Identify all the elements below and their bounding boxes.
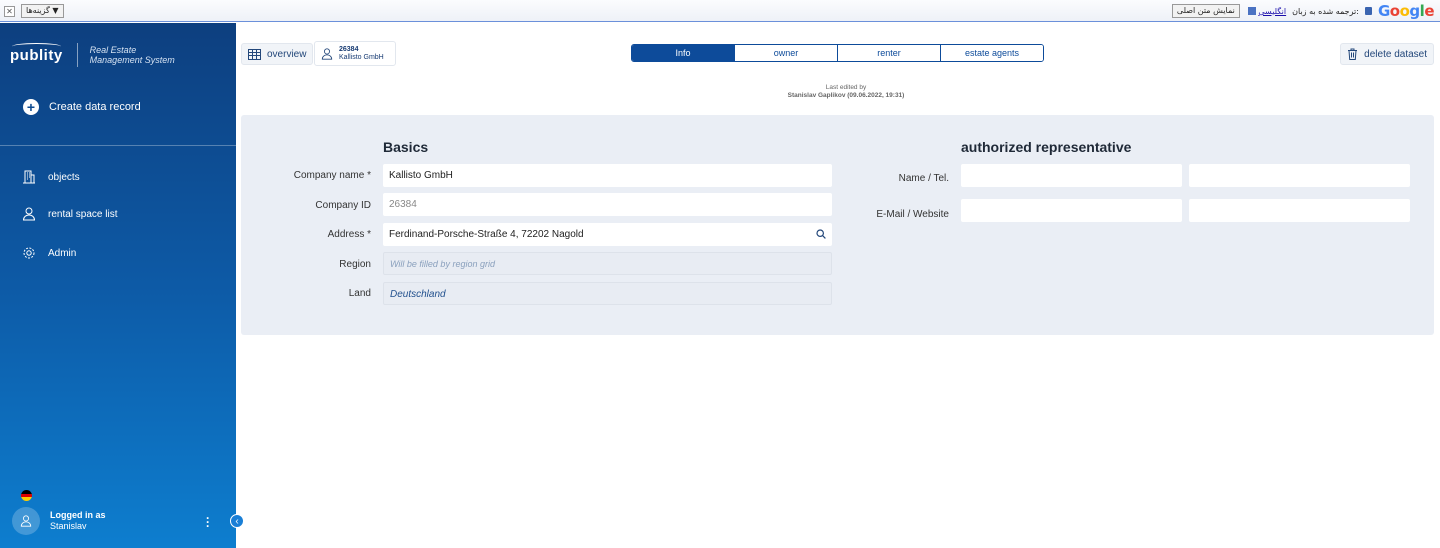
building-icon [23,170,35,184]
plus-icon: + [23,99,39,115]
gear-icon [23,247,35,259]
brand-divider [76,43,78,67]
region-placeholder: Will be filled by region grid [390,259,495,269]
user-name: Stanislav [50,521,87,531]
company-id-field[interactable]: 26384 [383,193,832,216]
last-edited-info: Last edited by Stanislav Gaplikov (09.06… [736,84,956,100]
brand-subtitle: Real Estate Management System [90,45,175,65]
last-edited-label: Last edited by [825,84,867,91]
translated-label: ترجمه شده به زبان: [1292,6,1359,16]
tab-bar: Info owner renter estate agents [631,44,1044,62]
google-logo-letter: o [1399,2,1410,20]
google-logo: Google [1377,2,1435,20]
land-value: Deutschland [390,289,446,300]
representative-name-field[interactable] [961,164,1182,187]
basics-title: Basics [383,139,429,155]
form-card: Basics Company name * Kallisto GmbH Comp… [241,115,1434,335]
brand-logo[interactable]: publity [10,42,63,64]
region-label: Region [339,259,371,270]
brand[interactable]: publity Real Estate Management System [10,42,175,67]
create-record-label: Create data record [49,101,141,113]
company-name-value: Kallisto GmbH [389,170,453,181]
representative-title: authorized representative [961,139,1132,155]
german-flag-icon[interactable] [21,490,32,501]
dropdown-icon[interactable] [1247,7,1256,15]
close-translate-icon[interactable]: ✕ [4,5,15,17]
company-name-field[interactable]: Kallisto GmbH [383,164,832,187]
overview-button[interactable]: overview [241,43,314,65]
more-options-icon[interactable]: · · · [205,512,211,532]
tab-estate-agents[interactable]: estate agents [940,45,1043,61]
company-id-value: 26384 [389,199,417,210]
tab-renter[interactable]: renter [837,45,940,61]
email-website-label: E-Mail / Website [876,209,949,220]
lock-icon [1364,7,1372,15]
table-icon [248,48,261,60]
tab-owner[interactable]: owner [734,45,837,61]
sidebar-item-admin[interactable]: Admin [22,246,76,260]
representative-email-field[interactable] [961,199,1182,222]
logged-in-label: Logged in as [50,510,106,520]
name-tel-label: Name / Tel. [898,173,949,184]
address-label: Address * [327,229,371,240]
avatar[interactable] [12,507,40,535]
show-original-button[interactable]: نمایش متن اصلی [1171,4,1240,18]
region-field: Will be filled by region grid [383,252,832,275]
google-logo-letter: e [1424,2,1434,20]
record-name: Kallisto GmbH [339,53,384,61]
record-id: 26384 [339,45,359,53]
brand-subtitle-line2: Management System [89,55,175,65]
sidebar: publity Real Estate Management System + … [0,23,244,548]
person-icon [321,47,333,60]
google-logo-letter: G [1377,2,1390,20]
delete-dataset-label: delete dataset [1364,48,1427,60]
company-id-label: Company ID [315,200,371,211]
translate-options-button[interactable]: گزینه‌ها ▼ [21,4,64,18]
company-name-label: Company name * [293,170,371,181]
person-icon [22,207,36,221]
sidebar-item-label: rental space list [48,208,118,220]
representative-website-field[interactable] [1189,199,1410,222]
address-value: Ferdinand-Porsche-Straße 4, 72202 Nagold [389,229,584,240]
google-logo-letter: o [1389,2,1400,20]
create-record-button[interactable]: + Create data record [23,99,141,115]
land-label: Land [348,288,371,299]
user-text: Logged in as Stanislav [50,510,106,532]
sidebar-item-rental-space[interactable]: rental space list [22,207,117,221]
address-field[interactable]: Ferdinand-Porsche-Straße 4, 72202 Nagold [383,223,832,246]
google-logo-letter: g [1409,2,1420,20]
representative-tel-field[interactable] [1189,164,1410,187]
collapse-sidebar-button[interactable]: ‹ [230,514,244,528]
tab-info[interactable]: Info [632,45,734,61]
user-icon [20,515,32,527]
sidebar-divider [0,145,236,146]
search-icon[interactable] [816,229,826,239]
translate-bar: ✕ گزینه‌ها ▼ نمایش متن اصلی انگلیسی ترجم… [0,0,1440,22]
sidebar-item-objects[interactable]: objects [22,170,80,184]
delete-dataset-button[interactable]: delete dataset [1340,43,1434,65]
overview-label: overview [267,48,307,60]
user-info[interactable]: Logged in as Stanislav [12,507,106,535]
sidebar-item-label: Admin [48,247,77,259]
translate-language[interactable]: انگلیسی [1246,7,1286,16]
land-field: Deutschland [383,282,832,305]
record-button[interactable]: 26384 Kallisto GmbH [314,41,396,66]
brand-subtitle-line1: Real Estate [89,45,137,55]
sidebar-item-label: objects [48,171,80,183]
last-edited-by: Stanislav Gaplikov (09.06.2022, 19:31) [787,92,905,99]
trash-icon [1348,48,1358,60]
